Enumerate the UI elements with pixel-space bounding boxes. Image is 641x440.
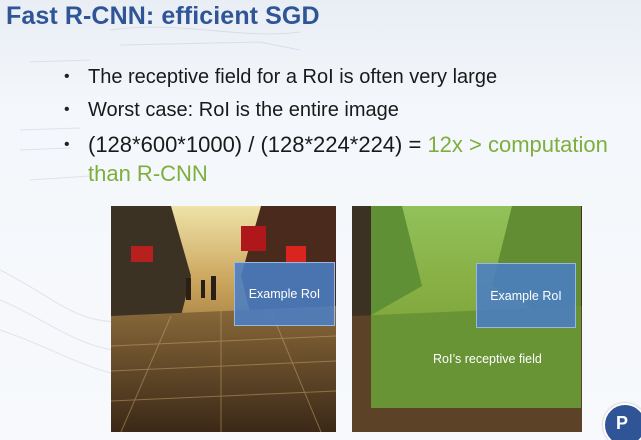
- logo-letter: P: [616, 413, 629, 433]
- receptive-field-label: RoI’s receptive field: [433, 352, 542, 366]
- bullet-text: Worst case: RoI is the entire image: [88, 99, 399, 121]
- bullet-item-formula: • (128*600*1000) / (128*224*224) = 12x >…: [60, 130, 620, 188]
- bullet-text: The receptive field for a RoI is often v…: [88, 66, 498, 88]
- bullet-item: • The receptive field for a RoI is often…: [60, 64, 620, 90]
- bullet-list: • The receptive field for a RoI is often…: [60, 64, 620, 195]
- street-photo-right: RoI’s receptive field Example RoI: [352, 206, 582, 432]
- example-roi-box: Example RoI: [476, 263, 576, 328]
- street-photo-left: Example RoI: [111, 206, 336, 432]
- bullet-dot-icon: •: [64, 68, 70, 85]
- slide-title: Fast R-CNN: efficient SGD: [6, 2, 320, 30]
- bullet-item: • Worst case: RoI is the entire image: [60, 97, 620, 123]
- logo-icon: P: [603, 403, 641, 440]
- bullet-dot-icon: •: [64, 136, 70, 153]
- bullet-dot-icon: •: [64, 101, 70, 118]
- slide: Fast R-CNN: efficient SGD • The receptiv…: [0, 0, 641, 440]
- example-roi-box: Example RoI: [234, 262, 335, 326]
- formula-text: (128*600*1000) / (128*224*224) =: [88, 132, 428, 157]
